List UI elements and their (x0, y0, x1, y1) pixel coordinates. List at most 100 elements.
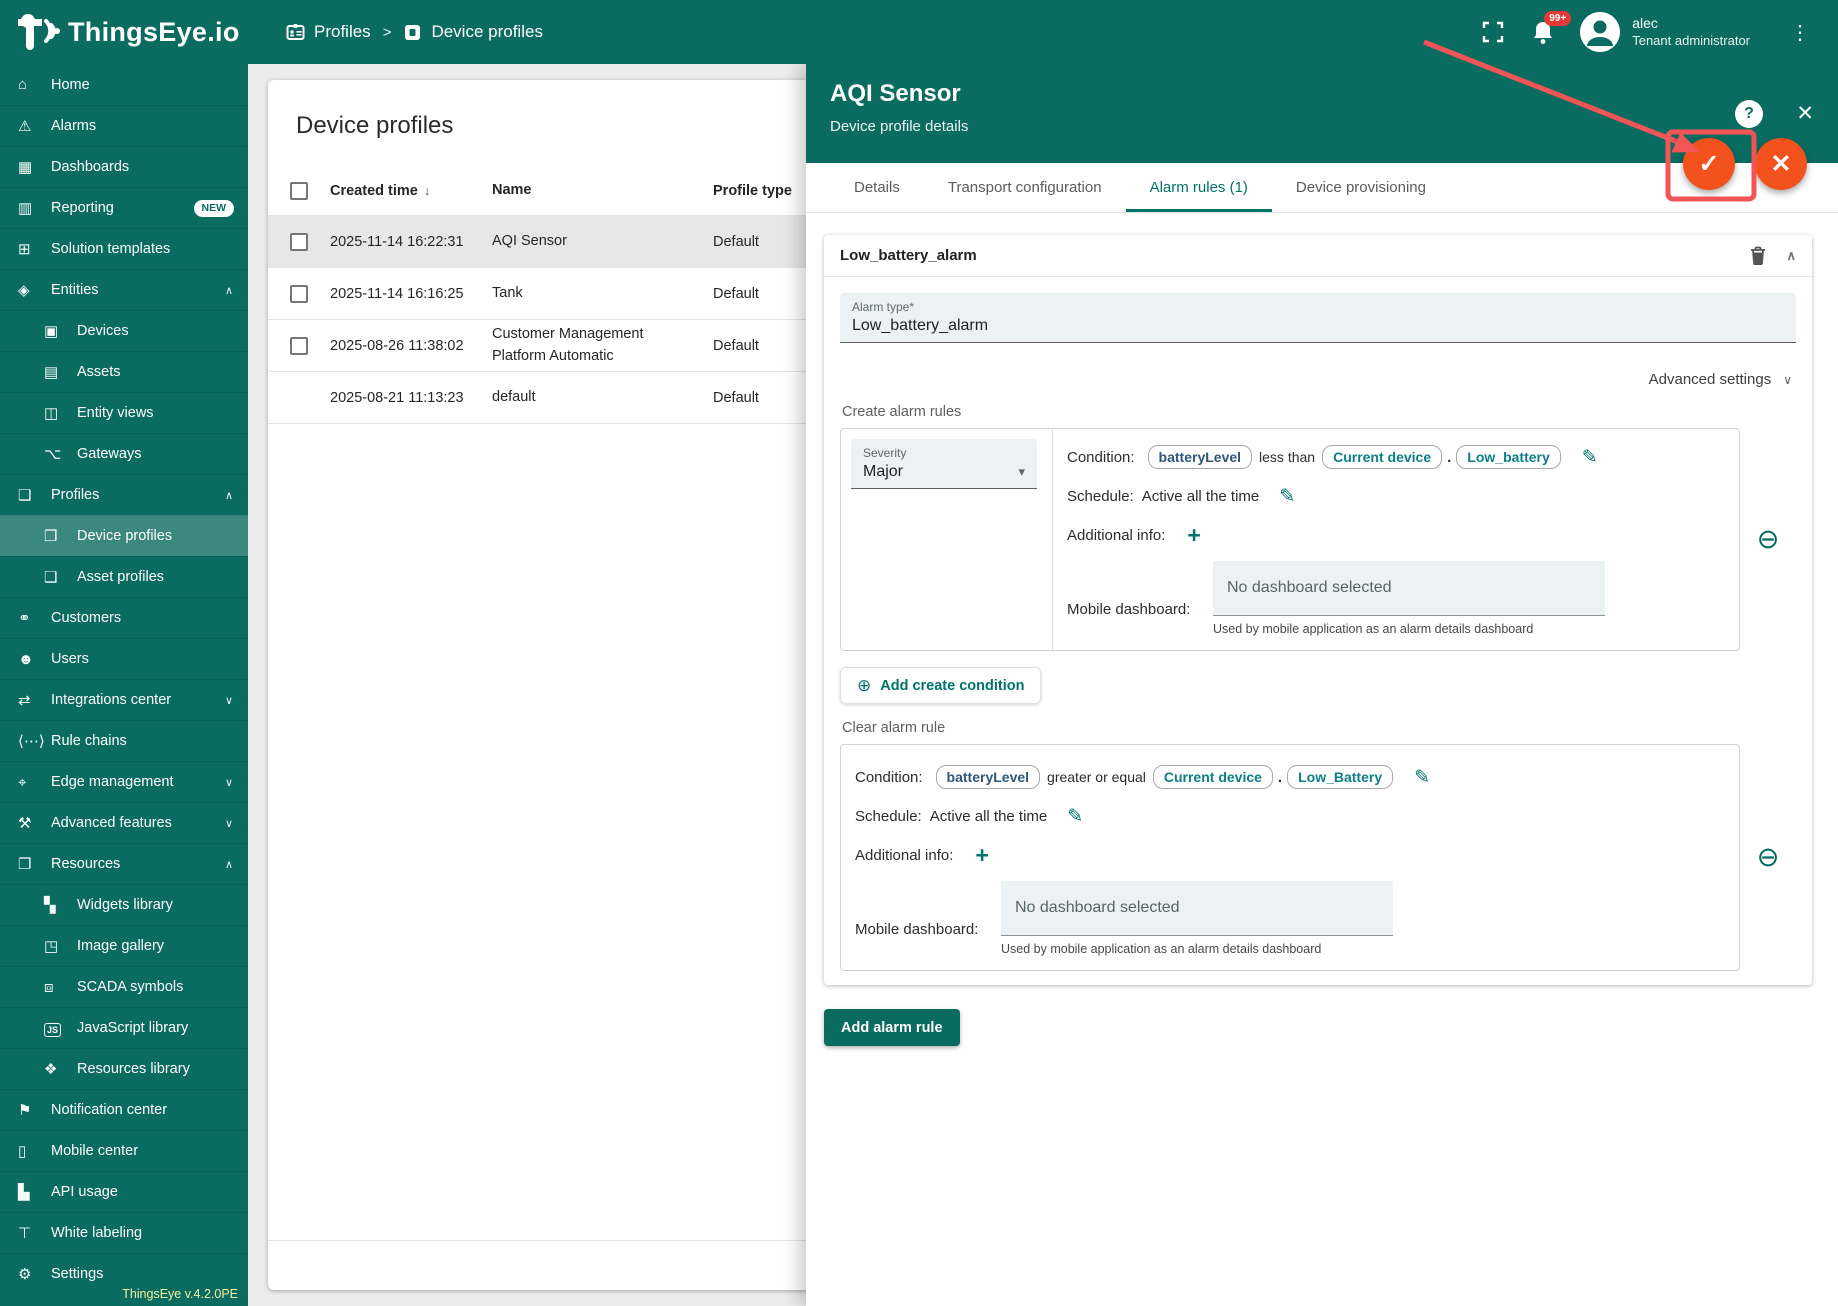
solution-templates-icon: ⊞ (18, 240, 51, 258)
tab-transport-configuration[interactable]: Transport configuration (924, 163, 1126, 212)
integrations-center-icon: ⇄ (18, 691, 51, 709)
sidebar-item-home[interactable]: ⌂Home (0, 64, 248, 105)
sidebar-item-rule-chains[interactable]: ⟨⋯⟩Rule chains (0, 720, 248, 761)
mobile-dashboard-input[interactable]: No dashboard selected (1001, 881, 1393, 936)
sidebar-item-customers[interactable]: ⚭Customers (0, 597, 248, 638)
condition-key-chip: batteryLevel (1148, 445, 1252, 469)
sidebar-item-label: Integrations center (51, 692, 171, 708)
alarm-type-field[interactable]: Alarm type* Low_battery_alarm (840, 293, 1796, 343)
sidebar-item-dashboards[interactable]: ▦Dashboards (0, 146, 248, 187)
add-additional-info-icon[interactable]: + (975, 844, 988, 867)
sidebar-item-image-gallery[interactable]: ◳Image gallery (0, 925, 248, 966)
sidebar-item-edge-management[interactable]: ⌖Edge management∨ (0, 761, 248, 802)
add-create-condition-button[interactable]: ⊕ Add create condition (840, 667, 1041, 704)
clear-alarm-rule-box: Condition: batteryLevel greater or equal… (840, 744, 1740, 971)
close-icon[interactable]: ✕ (1796, 101, 1814, 126)
sidebar-item-resources[interactable]: ❐Resources∧ (0, 843, 248, 884)
logo[interactable]: ThingsEye.io (0, 13, 262, 51)
sidebar-item-entity-views[interactable]: ◫Entity views (0, 392, 248, 433)
tab-device-provisioning[interactable]: Device provisioning (1272, 163, 1450, 212)
sidebar-item-users[interactable]: ☻Users (0, 638, 248, 679)
sidebar-item-integrations-center[interactable]: ⇄Integrations center∨ (0, 679, 248, 720)
sidebar-item-widgets-library[interactable]: ▚Widgets library (0, 884, 248, 925)
remove-create-condition-button[interactable]: ⊖ (1757, 526, 1780, 553)
edit-condition-icon[interactable]: ✎ (1582, 446, 1598, 469)
collapse-icon[interactable]: ∧ (1786, 248, 1796, 264)
apply-changes-button[interactable]: ✓ (1683, 138, 1735, 190)
resources-icon: ❐ (18, 855, 51, 873)
add-additional-info-icon[interactable]: + (1187, 524, 1200, 547)
condition-key-chip: batteryLevel (936, 765, 1040, 789)
create-alarm-rule-box: Severity Major ▾ Condition: batteryLevel (840, 428, 1740, 651)
row-checkbox-cell (268, 285, 330, 303)
avatar[interactable] (1580, 12, 1620, 52)
logo-text: ThingsEye.io (68, 17, 240, 48)
select-all-checkbox[interactable] (290, 182, 308, 200)
sidebar-item-asset-profiles[interactable]: ❑Asset profiles (0, 556, 248, 597)
sidebar-item-entities[interactable]: ◈Entities∧ (0, 269, 248, 310)
sidebar-item-scada-symbols[interactable]: ⧈SCADA symbols (0, 966, 248, 1007)
device-profile-details-panel: AQI Sensor Device profile details ? ✕ ✓ … (806, 64, 1838, 1306)
tab-details[interactable]: Details (830, 163, 924, 212)
condition-entity-chip: Current device (1153, 765, 1273, 789)
sidebar-item-notification-center[interactable]: ⚑Notification center (0, 1089, 248, 1130)
additional-info-row: Additional info: + (855, 844, 1729, 867)
panel-title: AQI Sensor (830, 80, 1814, 108)
edit-schedule-icon[interactable]: ✎ (1067, 805, 1083, 828)
alarm-rule-card-header: Low_battery_alarm ∧ (824, 235, 1812, 277)
add-alarm-rule-button[interactable]: Add alarm rule (824, 1009, 960, 1046)
severity-select[interactable]: Severity Major ▾ (851, 439, 1037, 489)
rule-chains-icon: ⟨⋯⟩ (18, 732, 51, 750)
sidebar-item-white-labeling[interactable]: ⊤White labeling (0, 1212, 248, 1253)
sidebar-item-mobile-center[interactable]: ▯Mobile center (0, 1130, 248, 1171)
row-checkbox[interactable] (290, 337, 308, 355)
user-name: alec (1632, 15, 1750, 33)
white-labeling-icon: ⊤ (18, 1224, 51, 1242)
notifications-bell[interactable]: 99+ (1532, 20, 1554, 44)
sidebar-item-alarms[interactable]: ⚠Alarms (0, 105, 248, 146)
widgets-library-icon: ▚ (44, 896, 77, 914)
app-version: ThingsEye v.4.2.0PE (122, 1287, 238, 1301)
edit-schedule-icon[interactable]: ✎ (1279, 485, 1295, 508)
sidebar-item-solution-templates[interactable]: ⊞Solution templates (0, 228, 248, 269)
advanced-settings-toggle[interactable]: Advanced settings ∨ (840, 371, 1792, 388)
row-checkbox[interactable] (290, 285, 308, 303)
remove-clear-condition-button[interactable]: ⊖ (1757, 844, 1780, 871)
breadcrumb-separator: > (383, 24, 392, 41)
breadcrumb-device-profiles[interactable]: Device profiles (403, 22, 543, 42)
cancel-icon: ✕ (1771, 149, 1792, 179)
sidebar-item-reporting[interactable]: ▥ReportingNEW (0, 187, 248, 228)
sidebar-item-label: Entity views (77, 405, 154, 421)
cell-name: Tank (492, 283, 713, 304)
user-info[interactable]: alec Tenant administrator (1632, 15, 1750, 49)
breadcrumb-profiles[interactable]: Profiles (286, 22, 371, 42)
resources-library-icon: ❖ (44, 1060, 77, 1078)
breadcrumb: Profiles > Device profiles (286, 22, 543, 42)
sort-desc-icon[interactable]: ↓ (424, 183, 431, 198)
kebab-menu-icon[interactable]: ⋮ (1784, 20, 1838, 45)
sidebar-item-api-usage[interactable]: ▙API usage (0, 1171, 248, 1212)
severity-value: Major (863, 463, 903, 481)
sidebar-item-assets[interactable]: ▤Assets (0, 351, 248, 392)
help-icon[interactable]: ? (1735, 100, 1763, 128)
edit-condition-icon[interactable]: ✎ (1414, 766, 1430, 789)
tab-alarm-rules-1[interactable]: Alarm rules (1) (1126, 163, 1272, 212)
sidebar-item-resources-library[interactable]: ❖Resources library (0, 1048, 248, 1089)
row-checkbox[interactable] (290, 233, 308, 251)
mobile-dashboard-input[interactable]: No dashboard selected (1213, 561, 1605, 616)
sidebar-item-label: Solution templates (51, 241, 170, 257)
sidebar-item-gateways[interactable]: ⌥Gateways (0, 433, 248, 474)
sidebar-item-devices[interactable]: ▣Devices (0, 310, 248, 351)
sidebar-item-javascript-library[interactable]: JSJavaScript library (0, 1007, 248, 1048)
delete-alarm-rule-icon[interactable] (1750, 246, 1766, 265)
column-created-time[interactable]: Created time (330, 183, 418, 199)
severity-column: Severity Major ▾ (841, 429, 1053, 650)
column-name[interactable]: Name (492, 180, 713, 201)
sidebar-item-profiles[interactable]: ❏Profiles∧ (0, 474, 248, 515)
cell-name: AQI Sensor (492, 231, 713, 252)
fullscreen-icon[interactable] (1482, 21, 1504, 43)
sidebar-nav: ⌂Home⚠Alarms▦Dashboards▥ReportingNEW⊞Sol… (0, 64, 248, 1294)
sidebar-item-advanced-features[interactable]: ⚒Advanced features∨ (0, 802, 248, 843)
sidebar-item-device-profiles[interactable]: ❒Device profiles (0, 515, 248, 556)
discard-changes-button[interactable]: ✕ (1755, 138, 1807, 190)
